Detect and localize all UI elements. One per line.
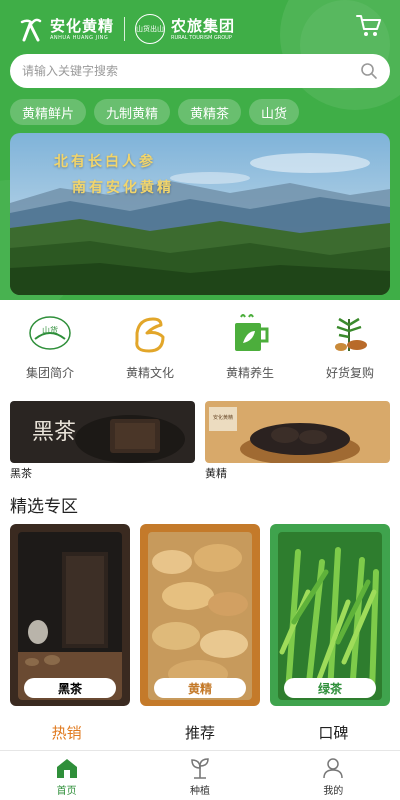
feature-repurchase[interactable]: 好货复购	[300, 310, 400, 390]
nav-planting[interactable]: 种植	[133, 751, 266, 800]
chip-mountain-goods[interactable]: 山货	[249, 99, 300, 125]
product-image	[18, 532, 122, 700]
product-tag: 绿茶	[284, 678, 376, 698]
feature-label: 好货复购	[325, 366, 374, 380]
brand1-en: ANHUA HUANG JING	[50, 34, 109, 41]
promo-huangjing[interactable]: 安化黄精 黄精	[205, 401, 390, 481]
anhua-logo-icon	[16, 14, 46, 44]
brand2-text: 农旅集团 RURAL TOURISM GROUP	[171, 17, 235, 42]
section-title: 精选专区	[10, 497, 78, 517]
chip-fresh-slices[interactable]: 黄精鲜片	[10, 99, 87, 125]
product-tag: 黄精	[154, 678, 246, 698]
brand2-name: 农旅集团	[171, 16, 236, 35]
plant-icon	[191, 758, 209, 779]
promo-cards: 黑茶 黑茶 安化黄精 黄精	[10, 401, 390, 481]
group-logo-icon: 山货出山	[135, 14, 166, 44]
group-logo-icon: 山货	[26, 310, 74, 358]
promo-label: 黄精	[205, 467, 227, 480]
herb-icon	[326, 310, 374, 358]
banner-carousel[interactable]: 北有长白人参 南有安化黄精	[10, 133, 390, 295]
home-icon	[56, 759, 77, 778]
brand-logos: 安化黄精 ANHUA HUANG JING 山货出山 农旅集团 RURAL TO…	[16, 12, 235, 46]
product-card-huangjing[interactable]: 黄精	[140, 524, 260, 706]
nav-profile[interactable]: 我的	[267, 751, 400, 800]
banner-slogan-1: 北有长白人参	[54, 154, 156, 170]
product-tabs: 热销 推荐 口碑	[0, 716, 400, 750]
featured-products: 黑茶 黄精 绿茶	[10, 524, 390, 706]
brand1-name: 安化黄精	[50, 16, 115, 35]
brand2-logo-text: 山货出山	[136, 25, 165, 33]
brand2-en: RURAL TOURISM GROUP	[171, 34, 232, 41]
culture-icon	[126, 310, 174, 358]
huangjing-image: 安化黄精	[205, 401, 390, 463]
tab-recommended[interactable]: 推荐	[133, 716, 266, 750]
promo-image-text: 黑茶	[32, 420, 76, 445]
brand1-text: 安化黄精 ANHUA HUANG JING	[50, 17, 114, 42]
svg-text:山货: 山货	[42, 325, 58, 335]
nav-label: 种植	[189, 786, 210, 797]
feature-label: 黄精文化	[125, 366, 174, 380]
feature-label: 黄精养生	[225, 366, 274, 380]
promo-label: 黑茶	[10, 467, 32, 480]
promo-image-text: 安化黄精	[213, 414, 233, 421]
chip-nine-processed[interactable]: 九制黄精	[94, 99, 171, 125]
tab-reviews[interactable]: 口碑	[267, 716, 400, 750]
nav-label: 首页	[56, 786, 77, 797]
black-tea-image: 黑茶	[10, 401, 195, 463]
feature-shortcuts: 山货 集团简介 黄精文化 黄精养生 好货复购	[0, 310, 400, 390]
feature-culture[interactable]: 黄精文化	[100, 310, 200, 390]
product-card-black-tea[interactable]: 黑茶	[10, 524, 130, 706]
promo-black-tea[interactable]: 黑茶 黑茶	[10, 401, 195, 481]
search-bar	[10, 54, 390, 88]
nav-home[interactable]: 首页	[0, 751, 133, 800]
banner-caption: 北有长白人参 南有安化黄精	[10, 133, 390, 295]
banner-slogan-2: 南有安化黄精	[72, 180, 174, 196]
cart-icon	[356, 15, 381, 36]
category-chips: 黄精鲜片 九制黄精 黄精茶 山货	[10, 99, 300, 125]
bottom-navigation: 首页 种植 我的	[0, 750, 400, 800]
app-page: 安化黄精 ANHUA HUANG JING 山货出山 农旅集团 RURAL TO…	[0, 0, 400, 800]
tab-hot[interactable]: 热销	[0, 716, 133, 750]
feature-health[interactable]: 黄精养生	[200, 310, 300, 390]
brand-divider	[124, 17, 126, 41]
tea-cup-icon	[226, 310, 274, 358]
search-input[interactable]	[22, 64, 360, 78]
feature-group-intro[interactable]: 山货 集团简介	[0, 310, 100, 390]
user-icon	[323, 758, 344, 779]
search-icon[interactable]	[360, 62, 378, 80]
product-tag: 黑茶	[24, 678, 116, 698]
product-image	[278, 532, 382, 700]
product-image	[148, 532, 252, 700]
nav-label: 我的	[323, 786, 344, 797]
feature-label: 集团简介	[25, 366, 74, 380]
product-card-green-tea[interactable]: 绿茶	[270, 524, 390, 706]
cart-button[interactable]	[356, 14, 382, 38]
chip-tea[interactable]: 黄精茶	[178, 99, 242, 125]
